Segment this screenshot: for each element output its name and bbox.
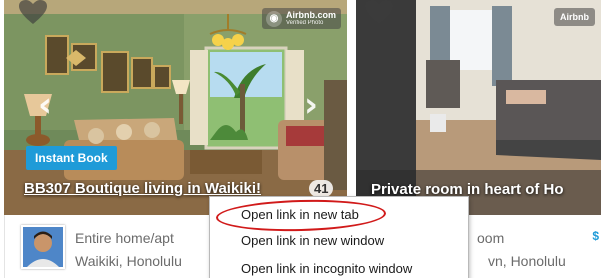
menu-item-open-new-tab[interactable]: Open link in new tab [210, 203, 468, 227]
room-type: Entire home/apt [75, 230, 174, 246]
room-type: oom [477, 230, 505, 246]
verified-badge-text: Airbnb.com [285, 10, 336, 20]
photo-count-badge: 41 [309, 180, 334, 197]
heart-icon[interactable] [18, 0, 48, 26]
listing-title-link[interactable]: BB307 Boutique living in Waikiki! [24, 180, 261, 197]
chevron-right-icon[interactable]: › [300, 88, 322, 122]
menu-item-open-incognito[interactable]: Open link in incognito window [210, 257, 468, 278]
chevron-left-icon[interactable]: ‹ [34, 88, 56, 122]
verified-badge-subtext: Verified Photo [285, 20, 324, 26]
listing-photo[interactable]: ◉ Airbnb.com Verified Photo ‹ › Instant … [4, 0, 347, 215]
verified-photo-badge: ◉ Airbnb.com Verified Photo [261, 8, 341, 29]
menu-item-open-new-window[interactable]: Open link in new window [210, 229, 468, 253]
context-menu: Open link in new tab Open link in new wi… [209, 196, 469, 278]
verified-badge-text: Airbnb [560, 12, 589, 22]
heart-icon[interactable] [364, 0, 394, 26]
price: $ [592, 229, 599, 243]
listing-photo[interactable]: Airbnb Private room in heart of Ho [356, 0, 601, 215]
host-avatar[interactable] [21, 225, 65, 269]
listing-location: vn, Honolulu [488, 253, 566, 269]
listing-location: Waikiki, Honolulu [75, 253, 182, 269]
instant-book-badge: Instant Book [26, 146, 117, 170]
verified-photo-badge: Airbnb [554, 8, 595, 26]
verified-photo-icon: ◉ [265, 11, 282, 27]
